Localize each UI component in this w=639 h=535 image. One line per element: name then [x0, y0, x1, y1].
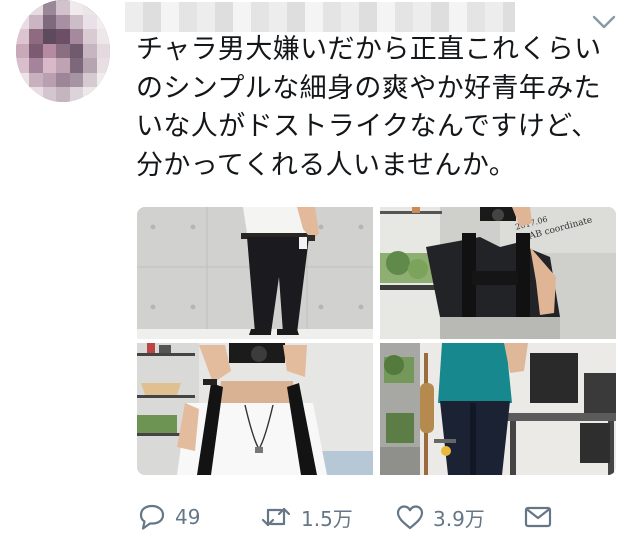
reply-icon	[139, 504, 165, 530]
media-photo-1[interactable]	[137, 207, 373, 339]
reply-count: 49	[175, 505, 201, 529]
retweet-count: 1.5万	[301, 506, 353, 531]
tweet-media-grid: 2017.06 AB coordinate	[137, 207, 616, 475]
like-button[interactable]: 3.9万	[395, 502, 485, 532]
envelope-icon	[524, 506, 552, 528]
tweet-text: チャラ男大嫌いだから正直これくらい のシンプルな細身の爽やか好青年みた いな人が…	[136, 34, 602, 181]
avatar-pixel-mosaic	[16, 0, 110, 102]
tweet-actions: 49 1.5万 3.9万	[137, 502, 597, 532]
media-photo-2[interactable]: 2017.06 AB coordinate	[380, 207, 616, 339]
avatar[interactable]	[16, 0, 110, 102]
retweet-button[interactable]: 1.5万	[259, 502, 353, 532]
like-count: 3.9万	[433, 506, 485, 531]
reply-button[interactable]: 49	[137, 502, 200, 532]
direct-message-button[interactable]	[523, 502, 553, 532]
retweet-icon	[261, 507, 291, 527]
tweet-card[interactable]: チャラ男大嫌いだから正直これくらい のシンプルな細身の爽やか好青年みた いな人が…	[0, 0, 639, 535]
media-photo-3[interactable]	[137, 343, 373, 475]
heart-icon	[396, 505, 424, 530]
media-photo-4[interactable]	[380, 343, 616, 475]
author-name-pixelated[interactable]	[125, 2, 515, 32]
chevron-down-icon[interactable]	[591, 14, 617, 30]
